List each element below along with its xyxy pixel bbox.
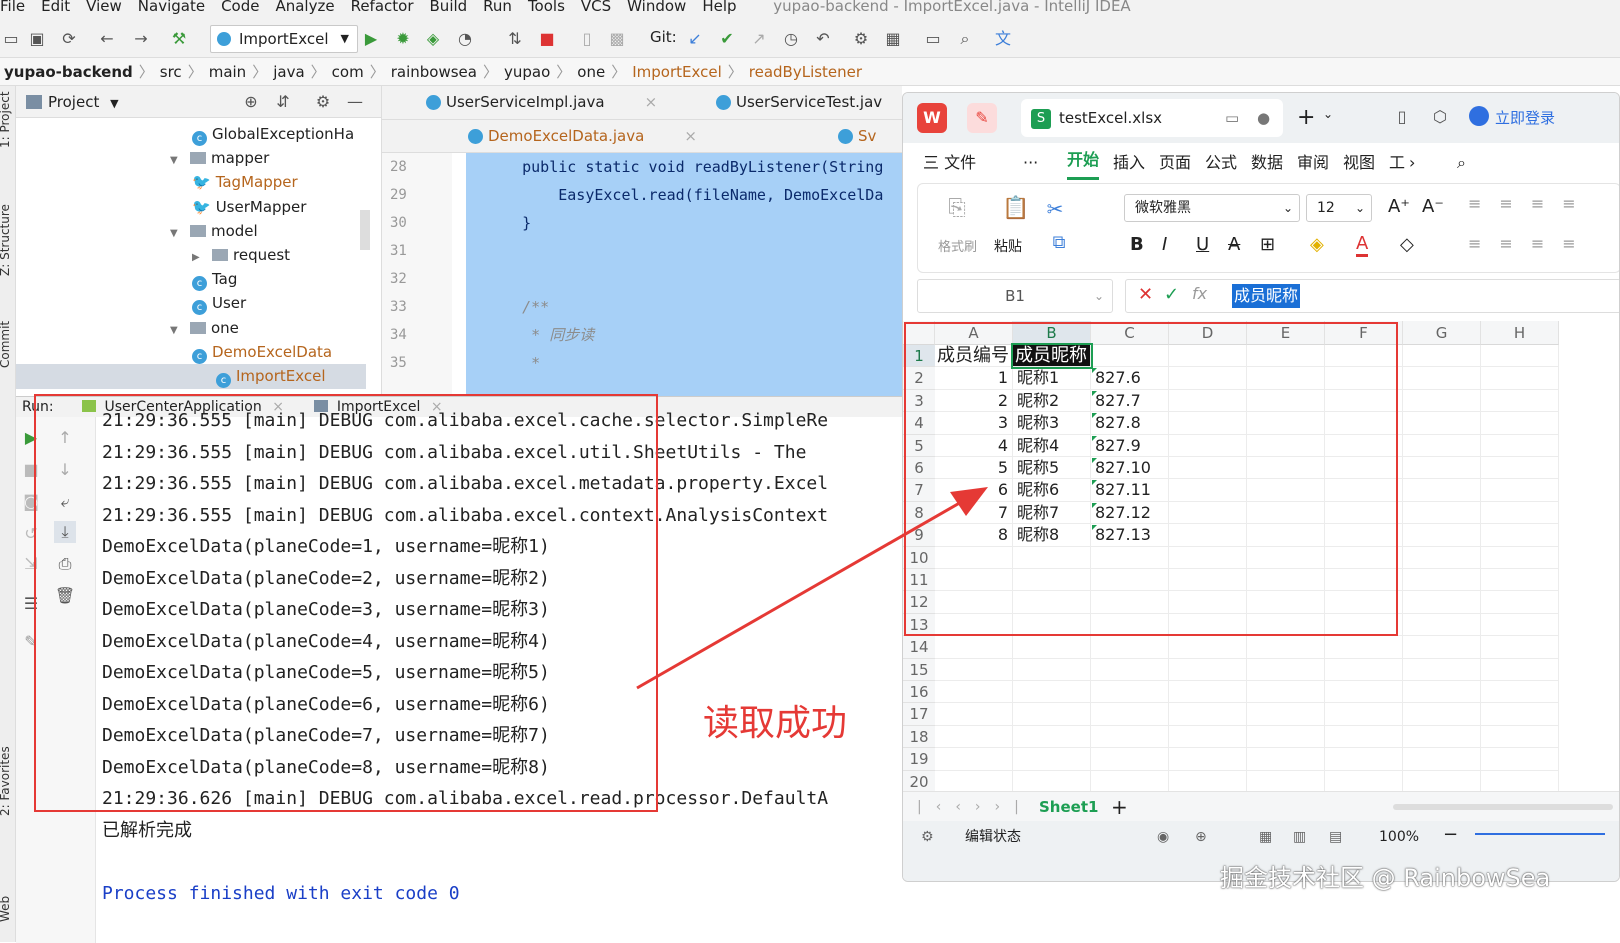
- grid-cell[interactable]: 成员昵称: [1011, 342, 1093, 370]
- arrow-line: [636, 495, 971, 690]
- arrow-head: [950, 487, 988, 516]
- annotation-arrow: [636, 487, 988, 690]
- watermark: 掘金技术社区 @ RainbowSea: [1220, 864, 1551, 892]
- annotation-label: 读取成功: [703, 703, 848, 744]
